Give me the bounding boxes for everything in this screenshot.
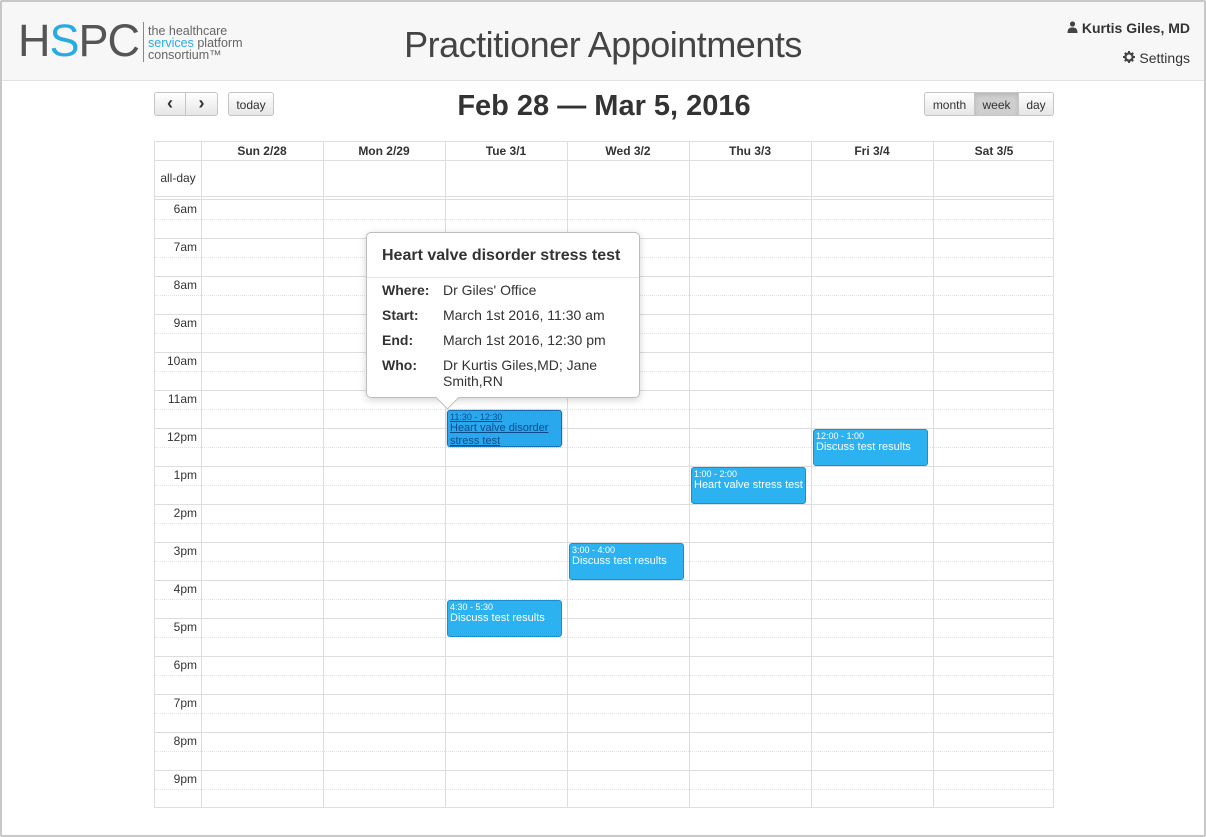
calendar-event[interactable]: 4:30 - 5:30 Discuss test results: [447, 600, 562, 637]
prev-button[interactable]: ‹: [154, 92, 186, 116]
who-label: Who:: [382, 357, 417, 373]
who-value: Dr Kurtis Giles,MD; Jane Smith,RN: [443, 357, 598, 389]
day-header: Wed 3/2: [605, 144, 651, 158]
event-popover: Heart valve disorder stress test Where: …: [366, 232, 640, 410]
half-hour-line: [155, 523, 1053, 524]
date-range-title: Feb 28 — Mar 5, 2016: [457, 90, 751, 122]
calendar-event[interactable]: 12:00 - 1:00 Discuss test results: [813, 429, 928, 466]
end-label: End:: [382, 332, 414, 348]
chevron-left-icon: ‹: [167, 93, 173, 113]
time-label: 6pm: [173, 658, 197, 672]
hour-line: [155, 732, 1053, 733]
page-title: Practitioner Appointments: [404, 24, 802, 65]
time-label: 8am: [173, 278, 197, 292]
app-header: HSPC the healthcare services platform co…: [2, 2, 1204, 81]
calendar-event[interactable]: 3:00 - 4:00 Discuss test results: [569, 543, 684, 580]
half-hour-line: [155, 485, 1053, 486]
time-label: 8pm: [173, 734, 197, 748]
half-hour-line: [155, 751, 1053, 752]
calendar-toolbar: Feb 28 — Mar 5, 2016 ‹ › today month wee…: [154, 90, 1054, 130]
popover-title: Heart valve disorder stress test: [382, 247, 621, 264]
where-value: Dr Giles' Office: [443, 282, 537, 298]
allday-divider: [155, 196, 1053, 197]
today-button[interactable]: today: [228, 92, 274, 116]
day-column-line: [689, 142, 690, 807]
time-label: 11am: [167, 392, 197, 406]
calendar-event[interactable]: 1:00 - 2:00 Heart valve stress test: [691, 467, 806, 504]
end-value: March 1st 2016, 12:30 pm: [443, 332, 606, 348]
user-menu[interactable]: Kurtis Giles, MD: [1067, 20, 1190, 36]
half-hour-line: [155, 409, 1053, 410]
event-title: Heart valve stress test: [694, 479, 803, 491]
day-header: Fri 3/4: [854, 144, 890, 158]
event-title: Discuss test results: [816, 441, 911, 453]
time-label: 2pm: [173, 506, 197, 520]
event-time: 4:30 - 5:30: [450, 602, 494, 612]
popover-divider: [367, 277, 639, 278]
event-time: 12:00 - 1:00: [816, 431, 865, 441]
event-time: 1:00 - 2:00: [694, 469, 738, 479]
view-month-button[interactable]: month: [924, 92, 975, 116]
event-time: 3:00 - 4:00: [572, 545, 616, 555]
time-label: 7am: [173, 240, 197, 254]
event-title: Discuss test results: [450, 612, 545, 624]
time-label: 9am: [173, 316, 197, 330]
gear-icon: [1123, 51, 1136, 66]
day-header: Mon 2/29: [358, 144, 410, 158]
time-label: 10am: [166, 354, 197, 368]
next-button[interactable]: ›: [185, 92, 218, 116]
event-title: Heart valve disorder stress test: [450, 422, 549, 447]
time-label: 3pm: [173, 544, 197, 558]
hour-line: [155, 694, 1053, 695]
view-day-button[interactable]: day: [1018, 92, 1054, 116]
day-header: Sat 3/5: [974, 144, 1014, 158]
hour-line: [155, 504, 1053, 505]
event-time: 11:30 - 12:30: [450, 412, 503, 422]
chevron-right-icon: ›: [198, 93, 205, 113]
time-label: 12pm: [166, 430, 197, 444]
half-hour-line: [155, 789, 1053, 790]
day-header: Sun 2/28: [237, 144, 287, 158]
hour-line: [155, 466, 1053, 467]
half-hour-line: [155, 675, 1053, 676]
half-hour-line: [155, 219, 1053, 220]
user-name: Kurtis Giles, MD: [1081, 20, 1190, 36]
half-hour-line: [155, 637, 1053, 638]
gutter-line: [201, 142, 202, 807]
start-label: Start:: [382, 307, 419, 323]
time-label: 9pm: [173, 772, 197, 786]
hour-line: [155, 656, 1053, 657]
user-md-icon: [1067, 21, 1078, 36]
day-column-line: [811, 142, 812, 807]
grid-top-divider: [155, 199, 1053, 200]
day-column-line: [323, 142, 324, 807]
time-label: 5pm: [173, 620, 197, 634]
hour-line: [155, 770, 1053, 771]
time-label: 1pm: [173, 468, 197, 482]
settings-label: Settings: [1139, 50, 1190, 66]
where-label: Where:: [382, 282, 430, 298]
view-week-button[interactable]: week: [974, 92, 1019, 116]
day-header: Tue 3/1: [485, 144, 527, 158]
half-hour-line: [155, 713, 1053, 714]
time-label: 7pm: [173, 696, 197, 710]
day-column-line: [933, 142, 934, 807]
time-label: 6am: [173, 202, 197, 216]
allday-label: all-day: [160, 171, 196, 185]
calendar-event[interactable]: 11:30 - 12:30 Heart valve disorder stress…: [447, 410, 562, 447]
hour-line: [155, 618, 1053, 619]
half-hour-line: [155, 599, 1053, 600]
day-header: Thu 3/3: [728, 144, 771, 158]
settings-link[interactable]: Settings: [1123, 50, 1190, 66]
time-label: 4pm: [173, 582, 197, 596]
event-title: Discuss test results: [572, 555, 667, 567]
start-value: March 1st 2016, 11:30 am: [443, 307, 605, 323]
header-row-divider: [155, 160, 1053, 161]
hour-line: [155, 580, 1053, 581]
